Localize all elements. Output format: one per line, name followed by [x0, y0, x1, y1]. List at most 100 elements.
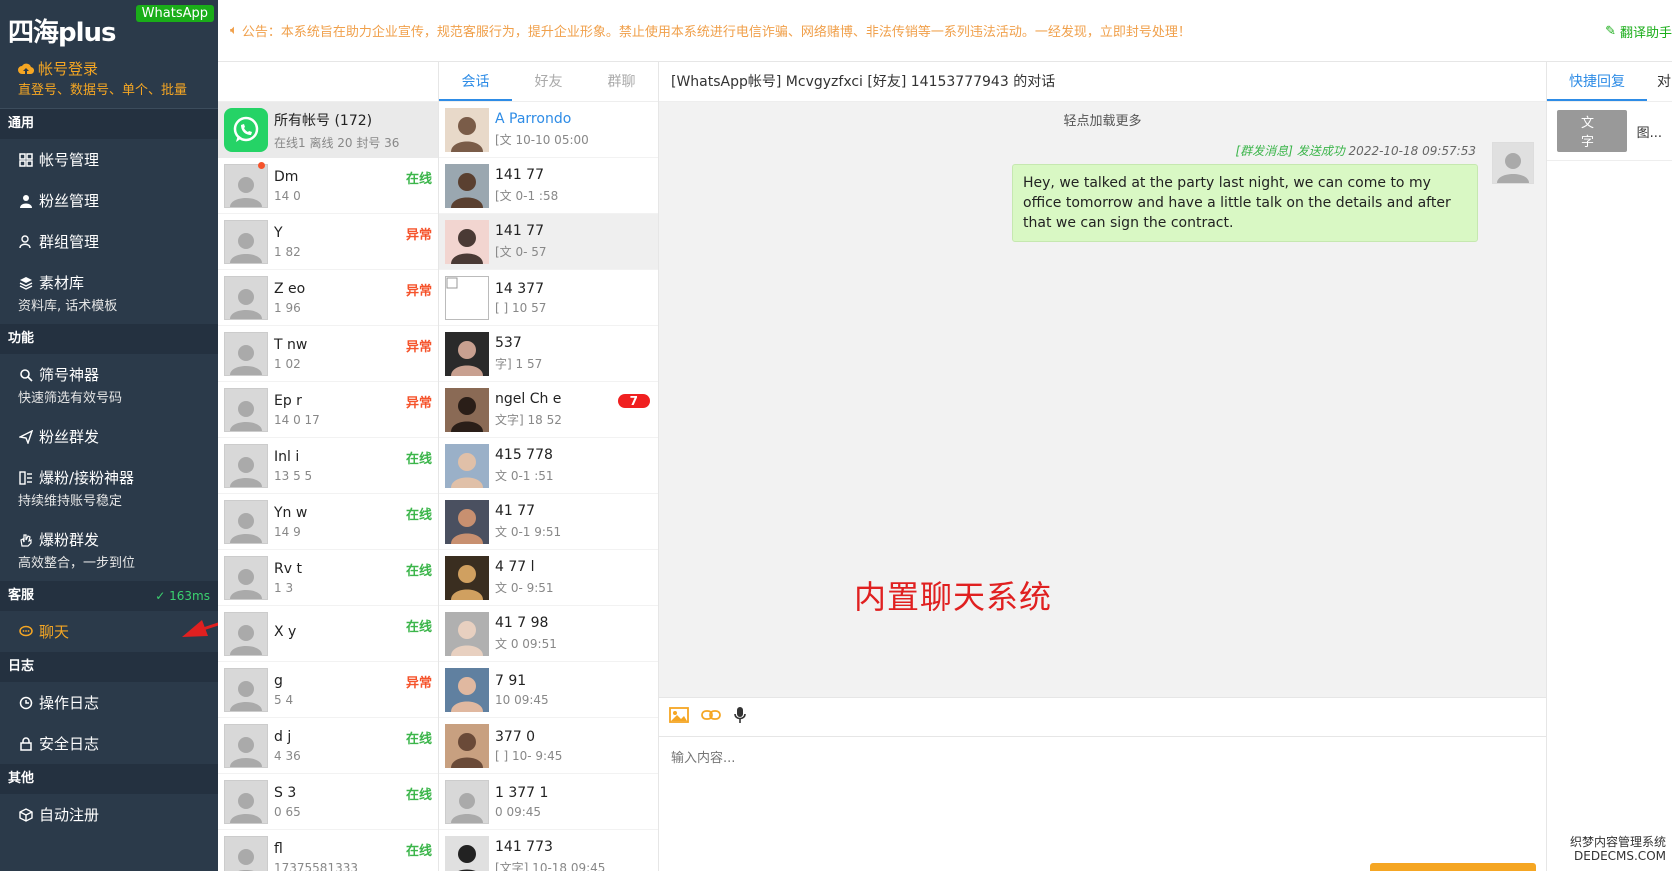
image-type-button[interactable]: 图...	[1637, 122, 1662, 141]
contact-photo	[445, 611, 489, 656]
list-item[interactable]: A Parrondo [文 10-10 05:00	[439, 102, 658, 158]
list-item[interactable]: S 3 0 65 在线	[218, 774, 438, 830]
avatar	[1492, 142, 1534, 184]
sidebar-item[interactable]: 帐号管理	[0, 139, 218, 180]
tab-friends[interactable]: 好友	[512, 62, 585, 101]
list-item[interactable]: 415 778 文 0-1 :51	[439, 438, 658, 494]
list-item[interactable]: X y 在线	[218, 606, 438, 662]
link-icon[interactable]	[701, 709, 721, 725]
contact-name: 537	[495, 335, 522, 351]
sidebar-item[interactable]: 素材库 资料库, 话术模板	[0, 262, 218, 324]
list-item[interactable]: Ep r 14 0 17 异常	[218, 382, 438, 438]
microphone-icon[interactable]	[733, 706, 747, 728]
list-item[interactable]: 141 77 [文 0- 57	[439, 214, 658, 270]
list-item[interactable]: Z eo 1 96 异常	[218, 270, 438, 326]
list-item[interactable]: 41 77 文 0-1 9:51	[439, 494, 658, 550]
contact-photo	[445, 667, 489, 712]
status-badge: 在线	[405, 844, 432, 859]
sidebar-item[interactable]: 爆粉群发 高效整合，一步到位	[0, 519, 218, 581]
account-number: 0 65	[274, 804, 301, 819]
brand: 四海plus WhatsApp	[0, 0, 218, 58]
account-number: 14 0 17	[274, 412, 320, 427]
clock-icon	[18, 695, 34, 711]
list-item[interactable]: 14 377 [ ] 10 57	[439, 270, 658, 326]
avatar	[224, 499, 268, 544]
avatar	[224, 219, 268, 264]
group-icon	[18, 234, 34, 250]
all-accounts-stats: 在线1 离线 20 封号 36	[274, 135, 400, 150]
contact-name: 141 773	[495, 839, 553, 855]
list-item[interactable]: g 5 4 异常	[218, 662, 438, 718]
list-item[interactable]: 7 91 10 09:45	[439, 662, 658, 718]
list-item[interactable]: 377 0 [ ] 10- 9:45	[439, 718, 658, 774]
load-more-link[interactable]: 轻点加载更多	[659, 102, 1546, 129]
last-message-preview: 文字] 18 52	[495, 413, 562, 427]
sidebar-item-label: 操作日志	[39, 694, 100, 712]
speaker-icon: 🔈︎	[230, 23, 238, 38]
account-number: 1 3	[274, 580, 294, 595]
list-item[interactable]: 141 77 [文 0-1 :58	[439, 158, 658, 214]
tab-quick-reply[interactable]: 快捷回复	[1547, 62, 1647, 101]
last-message-preview: [ ] 10- 9:45	[495, 748, 563, 763]
contact-photo	[445, 443, 489, 488]
account-login[interactable]: 帐号登录 直登号、数据号、单个、批量	[0, 58, 218, 109]
text-type-button[interactable]: 文字	[1557, 110, 1627, 152]
image-icon[interactable]	[669, 707, 689, 727]
list-item[interactable]: Rv t 1 3 在线	[218, 550, 438, 606]
tab-groups[interactable]: 群聊	[585, 62, 658, 101]
translate-assistant[interactable]: ✎ 翻译助手	[1605, 22, 1672, 41]
contact-name: 141 77	[495, 167, 544, 183]
list-item[interactable]: Inl i 13 5 5 在线	[218, 438, 438, 494]
sidebar-item[interactable]: 自动注册	[0, 794, 218, 835]
chat-panel: [WhatsApp帐号] Mcvgyzfxci [好友] 14153777943…	[659, 62, 1546, 871]
sidebar-item[interactable]: 粉丝群发	[0, 416, 218, 457]
contact-name: 41 7 98	[495, 615, 549, 631]
avatar	[445, 779, 489, 824]
status-badge: 在线	[405, 732, 432, 747]
brand-title: 四海plus	[8, 18, 117, 48]
account-login-sub: 直登号、数据号、单个、批量	[18, 83, 188, 98]
send-button[interactable]	[1370, 863, 1536, 871]
message-input[interactable]	[659, 737, 1546, 871]
contact-photo	[445, 723, 489, 768]
sidebar-item[interactable]: 安全日志	[0, 723, 218, 764]
sidebar-item[interactable]: 群组管理	[0, 221, 218, 262]
account-login-title[interactable]: 帐号登录	[18, 58, 208, 79]
conversations-column: 会话 好友 群聊 A Parrondo [文 10-10 05:00 141 77 […	[439, 62, 659, 871]
tab-sessions[interactable]: 会话	[439, 62, 512, 101]
unread-badge: 7	[617, 394, 650, 408]
sidebar-item[interactable]: 筛号神器 快速筛选有效号码	[0, 354, 218, 416]
sidebar-item[interactable]: 爆粉/接粉神器 持续维持账号稳定	[0, 457, 218, 519]
all-accounts[interactable]: 所有帐号 (172) 在线1 离线 20 封号 36	[218, 102, 438, 158]
list-item[interactable]: 537 字] 1 57	[439, 326, 658, 382]
sidebar-item[interactable]: 粉丝管理	[0, 180, 218, 221]
last-message-preview: 10 09:45	[495, 692, 549, 707]
account-number: 13 5 5	[274, 468, 313, 483]
list-item[interactable]: fl 17375581333 在线	[218, 830, 438, 871]
list-item[interactable]: Dm 14 0 在线	[218, 158, 438, 214]
list-item[interactable]: 1 377 1 0 09:45	[439, 774, 658, 830]
corner-watermark: 织梦内容管理系统 DEDECMS.COM	[1569, 835, 1666, 863]
list-item[interactable]: 41 7 98 文 0 09:51	[439, 606, 658, 662]
list-item[interactable]: Yn w 14 9 在线	[218, 494, 438, 550]
list-item[interactable]: 4 77 l 文 0- 9:51	[439, 550, 658, 606]
list-item[interactable]: d j 4 36 在线	[218, 718, 438, 774]
list-item[interactable]: T nw 1 02 异常	[218, 326, 438, 382]
tab-other[interactable]: 对	[1647, 62, 1672, 101]
contact-photo	[445, 163, 489, 208]
sidebar-item[interactable]: 操作日志	[0, 682, 218, 723]
avatar	[224, 275, 268, 320]
list-item[interactable]: ngel Ch e 文字] 18 52 7	[439, 382, 658, 438]
account-name: Y	[274, 224, 283, 241]
avatar	[224, 667, 268, 712]
account-name: X y	[274, 623, 297, 640]
list-item[interactable]: 141 773 [文字] 10-18 09:45	[439, 830, 658, 871]
last-message-preview: [文 10-10 05:00	[495, 133, 589, 147]
sidebar-item-sub: 资料库, 话术模板	[18, 299, 118, 314]
avatar	[224, 331, 268, 376]
all-accounts-title: 所有帐号 (172)	[274, 112, 373, 129]
list-item[interactable]: Y 1 82 异常	[218, 214, 438, 270]
account-number: 14 9	[274, 524, 301, 539]
translate-icon: ✎	[1605, 24, 1616, 39]
cube-icon	[18, 807, 34, 823]
